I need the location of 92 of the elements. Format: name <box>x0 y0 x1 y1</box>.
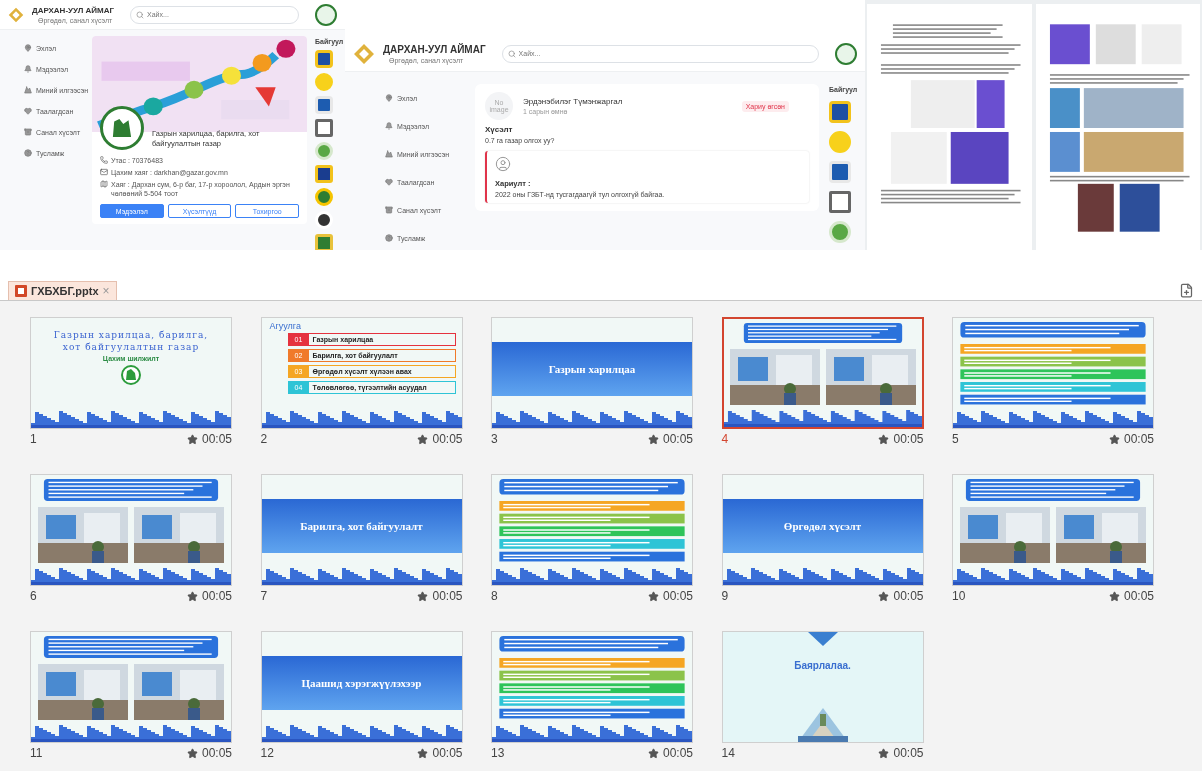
archive-icon <box>385 206 393 214</box>
star-icon <box>647 433 659 445</box>
slide-number: 10 <box>952 589 966 603</box>
organization-logo-icon[interactable] <box>829 101 851 123</box>
bell-icon <box>385 122 393 130</box>
slide-number: 8 <box>491 589 498 603</box>
slide-thumbnail[interactable]: Баярлалаа. <box>721 631 924 743</box>
archive-icon <box>24 128 32 136</box>
slide-title: Газрын харилцаа <box>548 363 636 375</box>
slide-duration: 00:05 <box>1123 589 1154 603</box>
organization-logo-icon[interactable] <box>829 191 851 213</box>
slide-number: 4 <box>721 432 729 446</box>
slide-duration: 00:05 <box>432 746 463 760</box>
brand-title: ДАРХАН-УУЛ АЙМАГ <box>32 5 115 15</box>
slide-title: Баярлалаа. <box>793 660 852 671</box>
pin-icon <box>24 44 32 52</box>
slide-duration: 00:05 <box>662 746 693 760</box>
slide-duration: 00:05 <box>662 589 693 603</box>
star-icon <box>878 590 890 602</box>
mountain-icon <box>385 150 393 158</box>
request-heading: Хүсэлт <box>485 125 514 134</box>
slide-duration: 00:05 <box>1123 432 1154 446</box>
star-icon <box>186 590 198 602</box>
profile-avatar[interactable] <box>835 42 857 65</box>
slide-thumbnail[interactable]: Барилга, хот байгуулалт <box>260 474 463 586</box>
pin-icon <box>385 94 393 102</box>
file-tab[interactable]: ГХБХБГ.pptx × <box>8 281 117 300</box>
star-icon <box>647 747 659 759</box>
slide-number: 5 <box>952 432 959 446</box>
mail-icon <box>100 168 108 177</box>
slide-thumbnail[interactable] <box>721 317 924 429</box>
slide-duration: 00:05 <box>201 432 232 446</box>
slide-thumbnail[interactable]: Цаашид хэрэгжүүлэхээр <box>260 631 463 743</box>
bell-icon <box>24 65 32 73</box>
new-slide-icon[interactable] <box>1179 283 1194 298</box>
help-icon <box>24 149 32 157</box>
slide-number: 7 <box>260 589 268 603</box>
presentation-file-icon <box>15 285 27 297</box>
star-icon <box>647 590 659 602</box>
star-icon <box>878 747 890 759</box>
slide-title: Газрын харилцаа, барилга, хот байгуулалтын газар <box>52 329 210 354</box>
slide-title: Барилга, хот байгуулалт <box>300 520 423 532</box>
slide-duration: 00:05 <box>893 746 924 760</box>
logo-icon <box>8 6 24 23</box>
file-name: ГХБХБГ.pptx <box>31 285 99 297</box>
map-icon <box>100 180 108 189</box>
search-icon <box>136 10 145 19</box>
slide-duration: 00:05 <box>201 589 232 603</box>
user-icon <box>495 156 511 172</box>
slide-thumbnail[interactable]: Газрын харилцаа <box>491 317 693 429</box>
slide-number: 14 <box>721 746 735 760</box>
help-icon <box>385 234 393 242</box>
slide-number: 1 <box>30 432 37 446</box>
organization-logo-icon[interactable] <box>315 50 333 68</box>
slide-duration: 00:05 <box>893 589 924 603</box>
author-name: Эрдэнэбилэг Түмэнжаргал <box>523 97 624 106</box>
slide-title: Өргөдөл хүсэлт <box>783 520 862 532</box>
star-icon <box>417 747 429 759</box>
mountain-icon <box>24 86 32 94</box>
heart-icon <box>385 178 393 186</box>
slide-number: 6 <box>30 589 37 603</box>
star-icon <box>417 590 429 602</box>
slide-duration: 00:05 <box>432 432 463 446</box>
logo-icon <box>353 42 375 65</box>
star-icon <box>186 747 198 759</box>
slide-thumbnail[interactable]: Өргөдөл хүсэлт <box>721 474 924 586</box>
heart-icon <box>24 107 32 115</box>
star-icon <box>1108 433 1120 445</box>
slide-duration: 00:05 <box>893 432 924 446</box>
profile-avatar[interactable] <box>315 3 337 26</box>
slide-number: 12 <box>260 746 274 760</box>
search-icon <box>507 49 516 58</box>
organization-logo-icon[interactable] <box>315 165 333 183</box>
organization-logo-icon[interactable] <box>315 119 333 137</box>
star-icon <box>1108 590 1120 602</box>
slide-number: 9 <box>721 589 729 603</box>
slide-duration: 00:05 <box>662 432 693 446</box>
star-icon <box>186 433 198 445</box>
phone-icon <box>100 156 108 164</box>
slide-number: 3 <box>491 432 498 446</box>
emblem-icon <box>121 365 141 386</box>
triangle-icon <box>807 632 838 646</box>
slide-number: 2 <box>260 432 268 446</box>
star-icon <box>878 433 890 445</box>
slide-duration: 00:05 <box>201 746 232 760</box>
brand-title: ДАРХАН-УУЛ АЙМАГ <box>383 43 486 55</box>
slide-number: 13 <box>491 746 505 760</box>
star-icon <box>417 433 429 445</box>
slide-number: 11 <box>30 746 43 760</box>
slide-title: Агуулга <box>268 320 302 333</box>
slide-duration: 00:05 <box>432 589 463 603</box>
slide-title: Цаашид хэрэгжүүлэхээр <box>301 677 422 689</box>
